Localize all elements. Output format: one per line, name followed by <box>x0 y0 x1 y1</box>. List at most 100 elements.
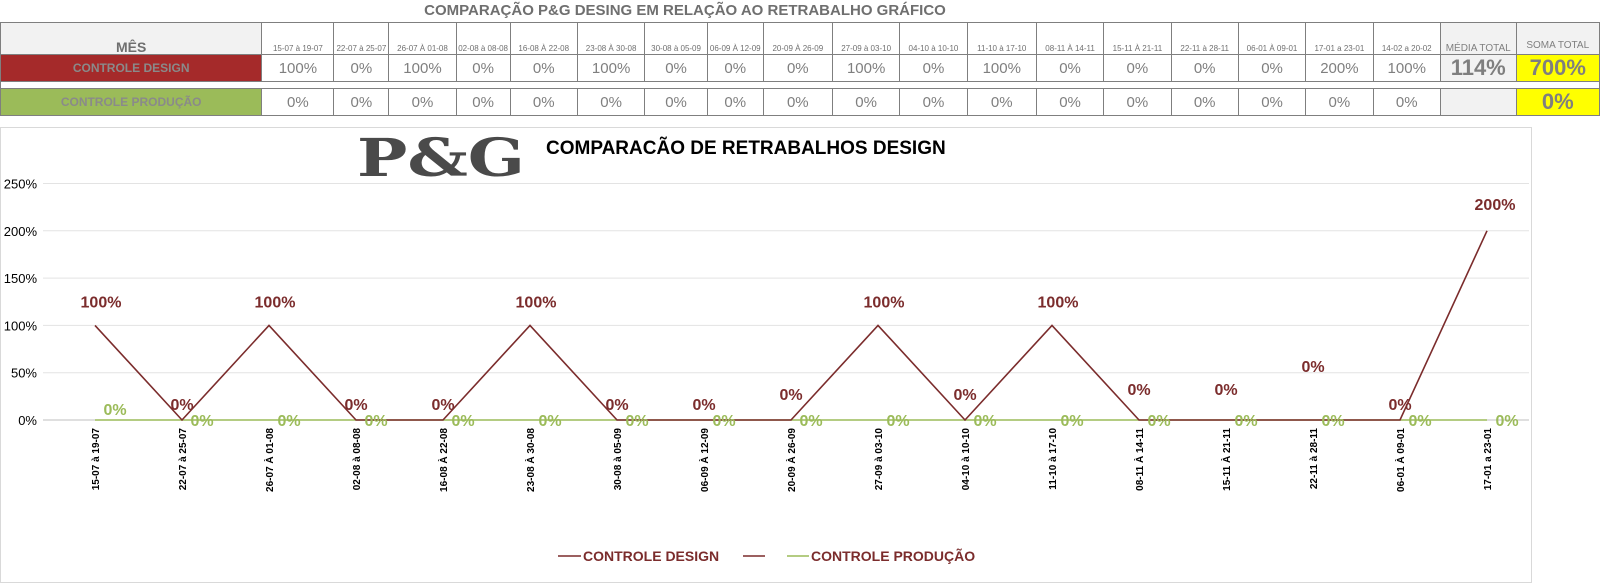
x-tick-label: 08-11 À 14-11 <box>1133 428 1146 491</box>
data-label-producao: 0% <box>1147 413 1170 430</box>
media-total-cell: 114% <box>1439 54 1517 82</box>
data-label-design: 0% <box>1214 382 1237 399</box>
data-label-producao: 0% <box>364 413 387 430</box>
data-label-producao: 0% <box>1495 413 1518 430</box>
table-cell: 100% <box>576 54 646 82</box>
x-tick-label: 11-10 à 17-10 <box>1048 428 1059 490</box>
period-header: 15-11 À 21-11 <box>1103 22 1172 55</box>
data-label-design: 0% <box>779 387 802 404</box>
x-tick-label: 06-09 À 12-09 <box>698 428 711 492</box>
table-cell: 0% <box>966 88 1037 116</box>
table-cell: 0% <box>1170 54 1239 82</box>
table-cell: 0% <box>333 88 390 116</box>
soma-total-cell: 0% <box>1515 88 1600 116</box>
media-total-cell <box>1439 88 1517 116</box>
row-label: CONTROLE PRODUÇÃO <box>0 88 263 116</box>
x-tick-label: 30-08 à 05-09 <box>613 428 624 491</box>
period-header: 30-08 à 05-09 <box>644 22 708 55</box>
table-cell: 0% <box>644 88 708 116</box>
data-label-producao: 0% <box>190 413 213 430</box>
data-label-producao: 0% <box>1060 413 1083 430</box>
table-cell: 0% <box>831 88 901 116</box>
month-header: MÊS <box>0 22 263 55</box>
data-label-producao: 0% <box>886 413 909 430</box>
table-cell: 0% <box>899 88 968 116</box>
data-label-producao: 0% <box>625 413 648 430</box>
table-cell: 0% <box>1237 54 1307 82</box>
x-tick-label: 20-09 À 26-09 <box>785 428 798 492</box>
data-label-producao: 0% <box>1234 413 1257 430</box>
data-label-producao: 0% <box>712 413 735 430</box>
period-header: 06-01 À 09-01 <box>1237 22 1307 55</box>
table-cell: 200% <box>1305 54 1374 82</box>
media-total-header: MÉDIA TOTAL <box>1439 22 1517 55</box>
data-label-producao: 0% <box>1408 413 1431 430</box>
data-label-design: 200% <box>1475 197 1516 214</box>
x-tick-label: 23-08 À 30-08 <box>524 428 537 492</box>
period-header: 22-11 à 28-11 <box>1170 22 1239 55</box>
row-label: CONTROLE DESIGN <box>0 54 263 82</box>
table-cell: 0% <box>899 54 968 82</box>
y-tick-label: 200% <box>4 224 38 239</box>
table-cell: 0% <box>1103 88 1172 116</box>
data-label-design: 0% <box>1127 382 1150 399</box>
data-label-design: 100% <box>864 294 905 311</box>
data-label-design: 100% <box>255 294 296 311</box>
table-cell: 0% <box>333 54 390 82</box>
data-label-producao: 0% <box>451 413 474 430</box>
soma-total-header: SOMA TOTAL <box>1515 22 1600 55</box>
data-label-producao: 0% <box>799 413 822 430</box>
pg-logo: P&G <box>357 128 525 189</box>
x-tick-label: 04-10 à 10-10 <box>961 428 972 491</box>
table-cell: 0% <box>1170 88 1239 116</box>
table-row: CONTROLE PRODUÇÃO 0% 0% 0% 0% 0% 0% 0% 0% 0% 0% 0% 0… <box>0 88 1600 116</box>
table-cell: 0% <box>644 54 708 82</box>
table-cell: 100% <box>1372 54 1441 82</box>
table-cell: 0% <box>388 88 457 116</box>
x-tick-label: 06-01 À 09-01 <box>1394 428 1407 492</box>
x-tick-label: 22-07 à 25-07 <box>178 428 189 491</box>
table-cell: 0% <box>509 54 578 82</box>
table-row: CONTROLE DESIGN 100% 0% 100% 0% 0% 100% 0% 0% 0% 1… <box>0 54 1600 82</box>
table-cell: 0% <box>509 88 578 116</box>
chart-title: COMPARACÃO DE RETRABALHOS DESIGN <box>546 137 946 159</box>
data-label-producao: 0% <box>538 413 561 430</box>
row-gap <box>0 81 1600 89</box>
table-cell: 0% <box>1305 88 1374 116</box>
data-label-producao: 0% <box>1321 413 1344 430</box>
table-cell: 100% <box>388 54 457 82</box>
table-cell: 0% <box>762 88 833 116</box>
table-cell: 0% <box>576 88 646 116</box>
table-cell: 0% <box>455 54 511 82</box>
period-header: 15-07 à 19-07 <box>261 22 335 55</box>
period-header: 04-10 à 10-10 <box>899 22 968 55</box>
table-cell: 0% <box>1237 88 1307 116</box>
table-cell: 100% <box>261 54 335 82</box>
data-label-design: 100% <box>81 294 122 311</box>
table-cell: 0% <box>706 54 764 82</box>
data-label-producao: 0% <box>973 413 996 430</box>
page-title: COMPARAÇÃO P&G DESING EM RELAÇÃO AO RETR… <box>424 2 946 19</box>
data-label-producao: 0% <box>103 402 126 419</box>
x-tick-label: 16-08 À 22-08 <box>437 428 450 492</box>
data-label-design: 0% <box>431 397 454 414</box>
table-cell: 0% <box>1035 88 1105 116</box>
data-label-design: 0% <box>170 397 193 414</box>
period-header: 22-07 à 25-07 <box>333 22 390 55</box>
period-header: 23-08 À 30-08 <box>576 22 646 55</box>
data-label-design: 0% <box>953 387 976 404</box>
x-tick-label: 02-08 à 08-08 <box>352 428 363 491</box>
period-header: 17-01 a 23-01 <box>1305 22 1374 55</box>
chart-area: P&G COMPARACÃO DE RETRABALHOS DESIGN 0% 50%… <box>0 127 1532 583</box>
table-cell: 100% <box>966 54 1037 82</box>
logo-text: P&G <box>357 128 525 189</box>
table-cell: 0% <box>261 88 335 116</box>
y-tick-label: 250% <box>4 177 38 192</box>
data-label-design: 0% <box>1301 359 1324 376</box>
legend-label-design: CONTROLE DESIGN <box>583 548 719 564</box>
table-cell: 0% <box>455 88 511 116</box>
soma-total-cell: 700% <box>1515 54 1600 82</box>
period-header: 16-08 À 22-08 <box>509 22 578 55</box>
table-cell: 0% <box>762 54 833 82</box>
table-cell: 0% <box>706 88 764 116</box>
